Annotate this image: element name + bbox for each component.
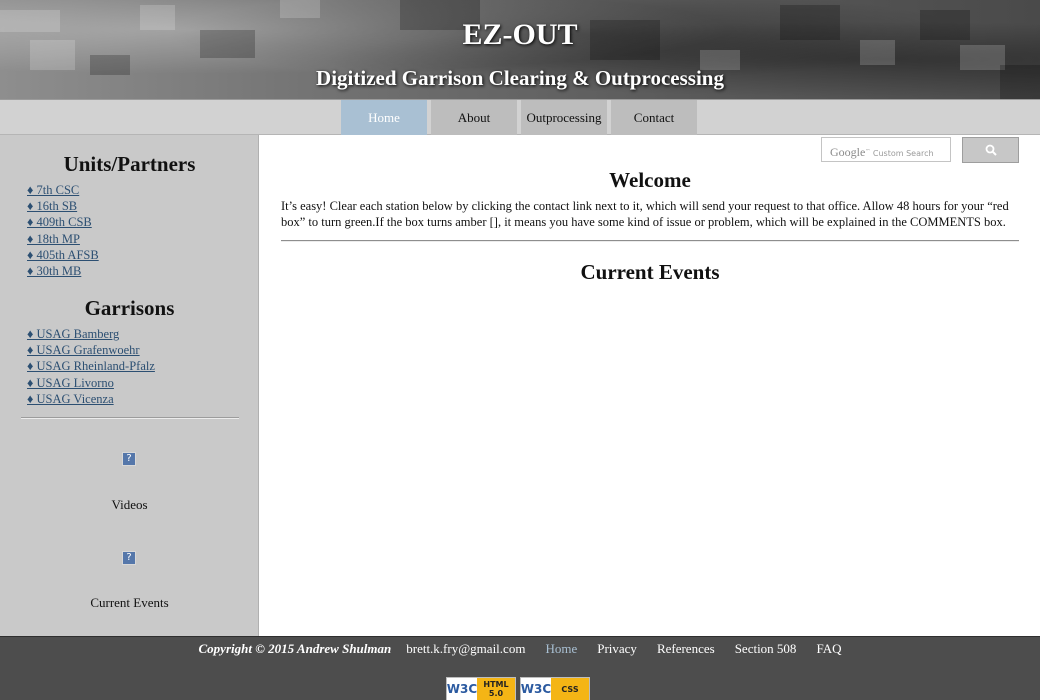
unit-link-30th-mb[interactable]: ♦ 30th MB	[27, 263, 99, 279]
videos-broken-image-icon[interactable]: ?	[122, 452, 136, 466]
site-footer: Copyright © 2015 Andrew Shulman brett.k.…	[0, 636, 1040, 700]
garrison-link-bamberg[interactable]: ♦ USAG Bamberg	[27, 326, 155, 342]
w3c-css-badge[interactable]: W3C CSS	[520, 677, 590, 700]
intro-paragraph: It’s easy! Clear each station below by c…	[281, 199, 1009, 229]
nav-home[interactable]: Home	[341, 100, 427, 135]
search-button[interactable]	[962, 137, 1019, 163]
main-nav: Home About Outprocessing Contact	[0, 99, 1040, 135]
units-list: ♦ 7th CSC ♦ 16th SB ♦ 409th CSB ♦ 18th M…	[27, 182, 99, 279]
garrisons-heading: Garrisons	[84, 296, 175, 320]
footer-link-references[interactable]: References	[657, 641, 715, 657]
content-divider	[281, 240, 1019, 242]
garrison-link-grafenwoehr[interactable]: ♦ USAG Grafenwoehr	[27, 342, 155, 358]
sidebar-divider	[21, 417, 239, 419]
nav-outprocessing[interactable]: Outprocessing	[521, 100, 607, 135]
videos-caption: Videos	[111, 497, 148, 512]
search-input[interactable]: Google™ Custom Search	[821, 137, 951, 162]
current-events-broken-image-icon[interactable]: ?	[122, 551, 136, 565]
page-edge	[1040, 0, 1050, 700]
footer-link-privacy[interactable]: Privacy	[597, 641, 637, 657]
html-badge-version: 5.0	[488, 689, 504, 698]
current-events-caption: Current Events	[90, 595, 169, 610]
unit-link-405th-afsb[interactable]: ♦ 405th AFSB	[27, 247, 99, 263]
unit-link-16th-sb[interactable]: ♦ 16th SB	[27, 198, 99, 214]
site-title: EZ-OUT	[462, 18, 578, 51]
site-header: EZ-OUT Digitized Garrison Clearing & Out…	[0, 0, 1040, 99]
site-subtitle: Digitized Garrison Clearing & Outprocess…	[316, 66, 724, 90]
footer-link-faq[interactable]: FAQ	[816, 641, 841, 657]
unit-link-18th-mp[interactable]: ♦ 18th MP	[27, 231, 99, 247]
validator-badges: W3C HTML 5.0 W3C CSS	[446, 677, 594, 700]
search-placeholder: Custom Search	[872, 149, 934, 158]
nav-about[interactable]: About	[431, 100, 517, 135]
footer-link-section-508[interactable]: Section 508	[735, 641, 797, 657]
nav-contact[interactable]: Contact	[611, 100, 697, 135]
search-icon	[985, 144, 997, 156]
w3c-logo: W3C	[521, 678, 551, 700]
unit-link-409th-csb[interactable]: ♦ 409th CSB	[27, 214, 99, 230]
sidebar: Units/Partners ♦ 7th CSC ♦ 16th SB ♦ 409…	[0, 135, 259, 636]
garrison-link-rheinland-pfalz[interactable]: ♦ USAG Rheinland-Pfalz	[27, 358, 155, 374]
css-badge-label: CSS	[561, 684, 579, 694]
footer-email[interactable]: brett.k.fry@gmail.com	[406, 641, 525, 657]
google-brand: Google	[830, 145, 866, 159]
html-badge-label: HTML	[483, 680, 509, 689]
w3c-logo: W3C	[447, 678, 477, 700]
w3c-html-badge[interactable]: W3C HTML 5.0	[446, 677, 516, 700]
unit-link-7th-csc[interactable]: ♦ 7th CSC	[27, 182, 99, 198]
copyright-text: Copyright © 2015 Andrew Shulman	[198, 641, 392, 656]
units-heading: Units/Partners	[63, 152, 196, 176]
garrison-link-livorno[interactable]: ♦ USAG Livorno	[27, 375, 155, 391]
garrisons-list: ♦ USAG Bamberg ♦ USAG Grafenwoehr ♦ USAG…	[27, 326, 155, 407]
garrison-link-vicenza[interactable]: ♦ USAG Vicenza	[27, 391, 155, 407]
welcome-heading: Welcome	[609, 168, 691, 192]
main-content: Google™ Custom Search Welcome It’s easy!…	[260, 135, 1040, 636]
current-events-heading: Current Events	[580, 260, 720, 284]
footer-link-home[interactable]: Home	[545, 641, 577, 657]
camo-pattern	[280, 0, 320, 18]
